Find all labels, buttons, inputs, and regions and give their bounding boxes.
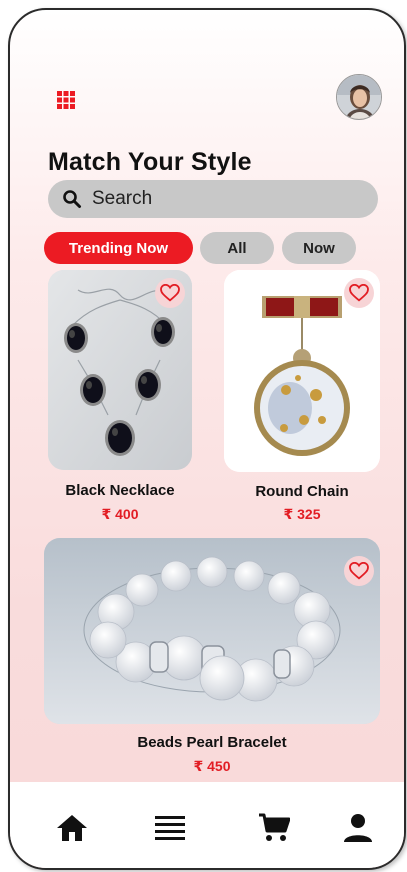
search-placeholder: Search <box>92 188 153 209</box>
product-image-bracelet[interactable] <box>44 538 380 724</box>
product-price: ₹ 400 <box>101 506 139 522</box>
search-icon <box>62 189 82 209</box>
tab-all[interactable]: All <box>200 232 274 264</box>
page-title: Match Your Style <box>48 148 252 176</box>
product-name: Beads Pearl Bracelet <box>137 734 287 751</box>
product-price: ₹ 325 <box>283 506 321 522</box>
home-icon[interactable] <box>52 808 92 848</box>
avatar[interactable] <box>336 74 382 120</box>
product-name: Round Chain <box>255 483 349 500</box>
product-price: ₹ 450 <box>193 758 231 774</box>
tab-now[interactable]: Now <box>282 232 356 264</box>
bottom-nav <box>10 782 404 868</box>
product-name: Black Necklace <box>65 482 175 499</box>
search-input[interactable]: Search <box>48 180 378 218</box>
phone-frame: Match Your Style Search Trending Now All… <box>8 8 406 870</box>
list-icon[interactable] <box>150 808 190 848</box>
heart-icon[interactable] <box>344 556 374 586</box>
grid-menu-icon[interactable] <box>56 90 76 110</box>
cart-icon[interactable] <box>254 808 294 848</box>
heart-icon[interactable] <box>344 278 374 308</box>
tab-trending-now[interactable]: Trending Now <box>44 232 193 264</box>
profile-icon[interactable] <box>338 808 378 848</box>
heart-icon[interactable] <box>155 278 185 308</box>
